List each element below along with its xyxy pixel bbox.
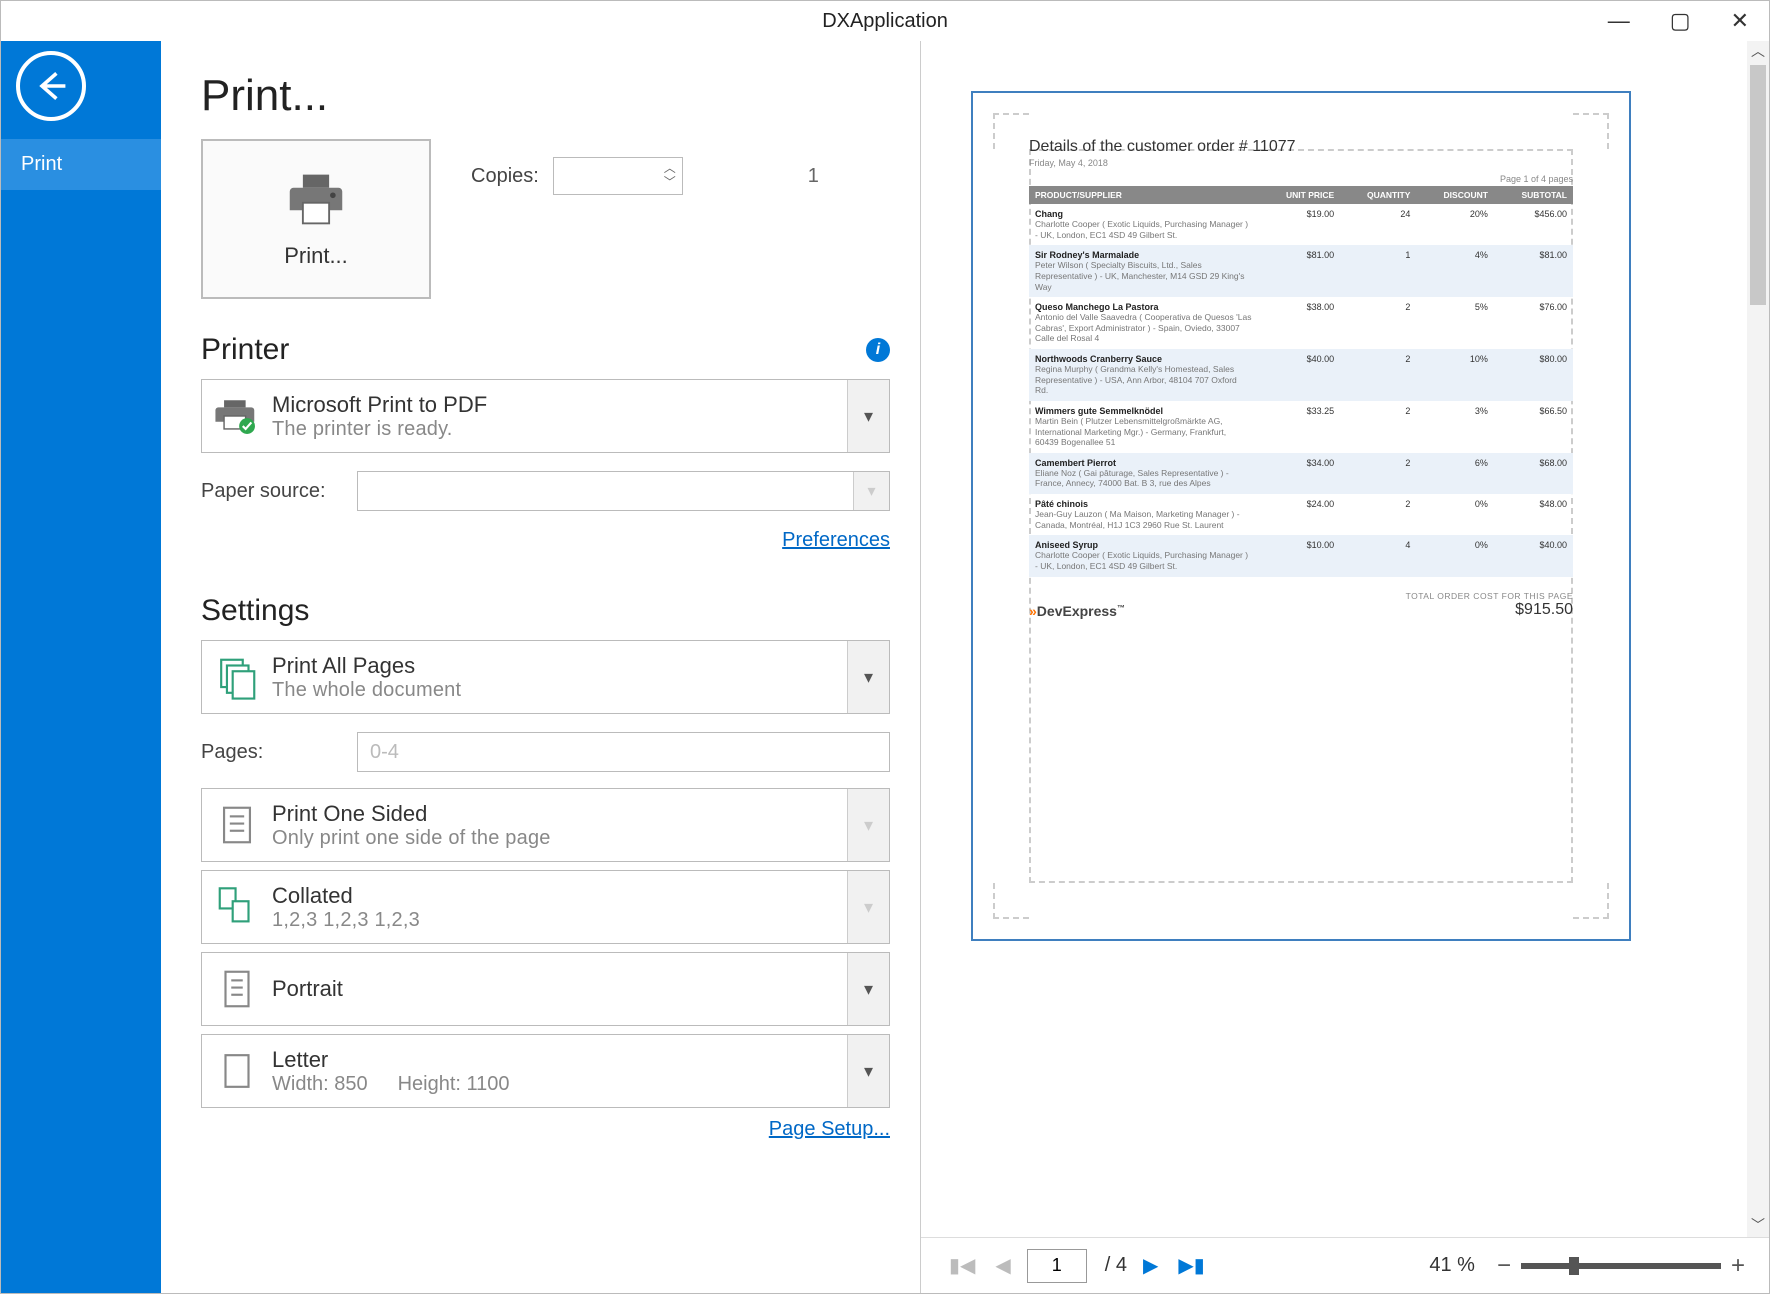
chevron-down-icon[interactable]: ▾ (847, 641, 889, 713)
print-button[interactable]: Print... (201, 139, 431, 299)
copies-label: Copies: (471, 165, 539, 188)
prev-page-button[interactable]: ◀ (991, 1249, 1014, 1282)
sides-sub: Only print one side of the page (272, 827, 847, 850)
close-button[interactable]: ✕ (1731, 8, 1749, 34)
table-row: Queso Manchego La PastoraAntonio del Val… (1029, 297, 1573, 349)
pages-stack-icon (214, 654, 260, 700)
table-row: Northwoods Cranberry SauceRegina Murphy … (1029, 349, 1573, 401)
paper-height: Height: 1100 (398, 1073, 510, 1096)
table-row: Pâté chinoisJean-Guy Lauzon ( Ma Maison,… (1029, 494, 1573, 535)
print-range-sub: The whole document (272, 679, 847, 702)
sides-select[interactable]: Print One Sided Only print one side of t… (201, 788, 890, 862)
scroll-down-button[interactable]: ﹀ (1748, 1215, 1768, 1237)
current-page-input[interactable] (1027, 1249, 1087, 1283)
scroll-thumb[interactable] (1750, 65, 1766, 305)
print-options-panel: Print... Print... Copies: (161, 41, 921, 1293)
sidebar-item-print[interactable]: Print (1, 139, 161, 190)
paper-size-icon (214, 1048, 260, 1094)
orientation-title: Portrait (272, 976, 847, 1002)
arrow-left-icon (33, 68, 69, 104)
zoom-slider-thumb[interactable] (1569, 1257, 1579, 1275)
preferences-link[interactable]: Preferences (782, 529, 890, 552)
report-table: PRODUCT/SUPPLIERUNIT PRICEQUANTITYDISCOU… (1029, 186, 1573, 577)
zoom-label: 41 % (1429, 1254, 1475, 1277)
collate-sub: 1,2,3 1,2,3 1,2,3 (272, 909, 847, 932)
chevron-down-icon[interactable]: ▾ (847, 871, 889, 943)
paper-width: Width: 850 (272, 1073, 368, 1096)
chevron-down-icon[interactable]: ▾ (847, 1035, 889, 1107)
report-page-of: Page 1 of 4 pages (1029, 174, 1573, 184)
collate-icon (214, 884, 260, 930)
page-setup-link[interactable]: Page Setup... (769, 1118, 890, 1141)
total-pages-label: / 4 (1105, 1254, 1127, 1277)
devexpress-logo: »DevExpress™ (1029, 603, 1125, 619)
pages-input[interactable] (358, 733, 889, 771)
minimize-button[interactable]: — (1608, 8, 1630, 34)
pages-label: Pages: (201, 741, 341, 764)
print-range-select[interactable]: Print All Pages The whole document ▾ (201, 640, 890, 714)
printer-name: Microsoft Print to PDF (272, 392, 847, 418)
report-title: Details of the customer order # 11077 (1029, 138, 1573, 156)
table-row: Aniseed SyrupCharlotte Cooper ( Exotic L… (1029, 535, 1573, 576)
next-page-button[interactable]: ▶ (1139, 1249, 1162, 1282)
copies-input[interactable] (554, 158, 849, 194)
table-row: Camembert PierrotEliane Noz ( Gai pâtura… (1029, 453, 1573, 494)
preview-scrollbar[interactable]: ︿ ﹀ (1747, 41, 1769, 1237)
first-page-button[interactable]: ▮◀ (945, 1249, 979, 1282)
printer-select[interactable]: Microsoft Print to PDF The printer is re… (201, 379, 890, 453)
chevron-down-icon[interactable]: ▾ (847, 380, 889, 452)
paper-size-select[interactable]: Letter Width: 850 Height: 1100 ▾ (201, 1034, 890, 1108)
pages-field[interactable] (357, 732, 890, 772)
table-row: Wimmers gute SemmelknödelMartin Bein ( P… (1029, 401, 1573, 453)
paper-source-input[interactable] (358, 472, 853, 510)
copies-field[interactable]: ︿ ﹀ (553, 157, 683, 195)
table-row: ChangCharlotte Cooper ( Exotic Liquids, … (1029, 204, 1573, 245)
sides-title: Print One Sided (272, 801, 847, 827)
sidebar: Print (1, 41, 161, 1293)
copies-spin-up[interactable]: ︿ (664, 161, 676, 175)
total-label: TOTAL ORDER COST FOR THIS PAGE (1406, 591, 1573, 601)
zoom-slider[interactable] (1521, 1263, 1721, 1269)
total-value: $915.50 (1406, 601, 1573, 619)
paper-source-label: Paper source: (201, 480, 341, 503)
copies-spin-down[interactable]: ﹀ (664, 175, 676, 189)
back-button[interactable] (16, 51, 86, 121)
title-bar: DXApplication — ▢ ✕ (1, 1, 1769, 41)
report-date: Friday, May 4, 2018 (1029, 158, 1573, 168)
zoom-out-button[interactable]: − (1497, 1252, 1511, 1280)
orientation-select[interactable]: Portrait ▾ (201, 952, 890, 1026)
preview-canvas[interactable]: Details of the customer order # 11077 Fr… (921, 41, 1747, 1237)
last-page-button[interactable]: ▶▮ (1174, 1249, 1208, 1282)
scroll-up-button[interactable]: ︿ (1748, 41, 1768, 63)
preview-panel: Details of the customer order # 11077 Fr… (921, 41, 1769, 1293)
info-icon[interactable]: i (866, 338, 890, 362)
window-title: DXApplication (822, 10, 948, 33)
collate-title: Collated (272, 883, 847, 909)
settings-section-heading: Settings (201, 594, 309, 628)
chevron-down-icon[interactable]: ▾ (847, 953, 889, 1025)
print-range-title: Print All Pages (272, 653, 847, 679)
paper-source-select[interactable]: ▾ (357, 471, 890, 511)
page-icon (214, 802, 260, 848)
printer-status: The printer is ready. (272, 418, 847, 441)
zoom-in-button[interactable]: + (1731, 1252, 1745, 1280)
chevron-down-icon[interactable]: ▾ (847, 789, 889, 861)
printer-ready-icon (214, 393, 260, 439)
print-button-label: Print... (284, 243, 348, 269)
chevron-down-icon[interactable]: ▾ (853, 472, 889, 510)
collate-select[interactable]: Collated 1,2,3 1,2,3 1,2,3 ▾ (201, 870, 890, 944)
preview-page: Details of the customer order # 11077 Fr… (971, 91, 1631, 941)
printer-icon (286, 169, 346, 229)
page-title: Print... (201, 71, 890, 121)
printer-section-heading: Printer (201, 333, 289, 367)
maximize-button[interactable]: ▢ (1670, 8, 1691, 34)
portrait-icon (214, 966, 260, 1012)
preview-nav-bar: ▮◀ ◀ / 4 ▶ ▶▮ 41 % − + (921, 1237, 1769, 1293)
table-row: Sir Rodney's MarmaladePeter Wilson ( Spe… (1029, 245, 1573, 297)
paper-size-title: Letter (272, 1047, 847, 1073)
